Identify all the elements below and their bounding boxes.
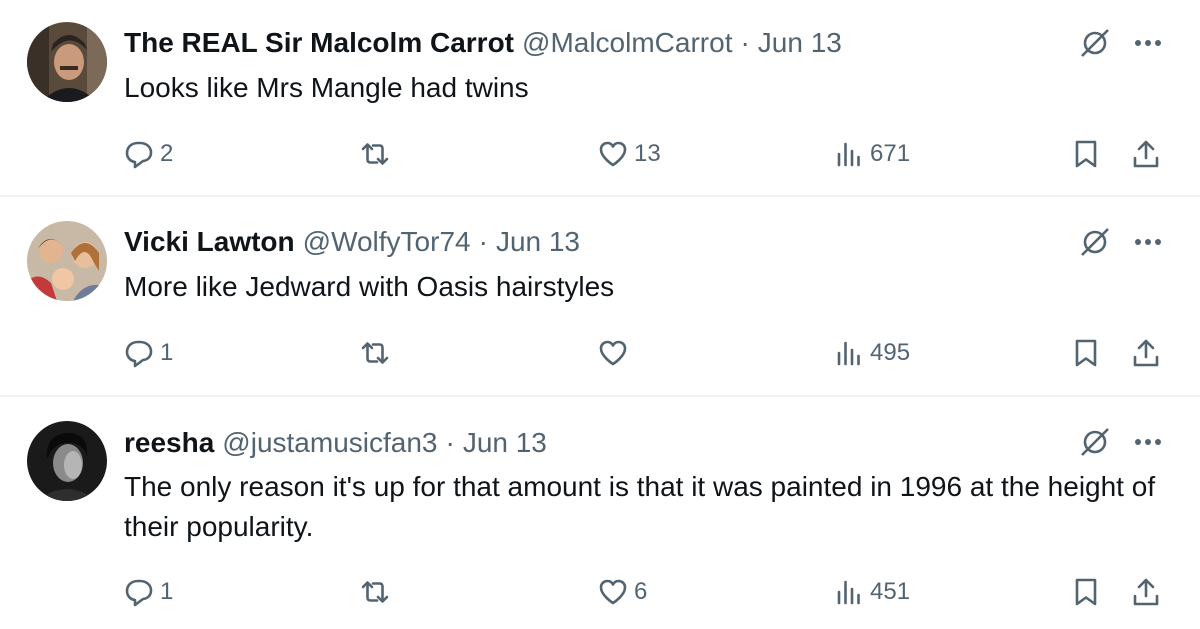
like-count: 6	[634, 578, 648, 605]
more-icon[interactable]	[1128, 23, 1168, 63]
action-bar: 2 13 671	[0, 134, 1200, 174]
like-button[interactable]: 13	[598, 134, 661, 174]
bookmark-icon	[1075, 578, 1097, 606]
author-name[interactable]: The REAL Sir Malcolm Carrot	[124, 27, 514, 59]
views-icon	[837, 142, 860, 167]
heart-icon	[599, 579, 627, 605]
author-handle[interactable]: @justamusicfan3	[222, 427, 437, 459]
share-button[interactable]	[1131, 333, 1161, 373]
repost-icon	[361, 581, 389, 603]
tweet-1[interactable]: The REAL Sir Malcolm Carrot @MalcolmCarr…	[0, 0, 1200, 197]
tweet-header: reesha @justamusicfan3 · Jun 13	[124, 425, 1200, 461]
action-bar: 1 6 451	[0, 572, 1200, 612]
views-button[interactable]: 495	[834, 333, 910, 373]
author-handle[interactable]: @MalcolmCarrot	[522, 27, 732, 59]
share-icon	[1133, 578, 1159, 606]
separator: ·	[740, 27, 750, 58]
repost-icon	[361, 342, 389, 364]
reply-button[interactable]: 1	[124, 333, 173, 373]
avatar[interactable]	[27, 221, 107, 301]
reply-icon	[125, 579, 153, 607]
tweet-text: More like Jedward with Oasis hairstyles	[124, 271, 615, 302]
bookmark-button[interactable]	[1071, 333, 1101, 373]
views-icon	[837, 341, 860, 366]
timestamp[interactable]: Jun 13	[496, 226, 580, 258]
author-name[interactable]: Vicki Lawton	[124, 226, 295, 258]
reply-feed: The REAL Sir Malcolm Carrot @MalcolmCarr…	[0, 0, 1200, 629]
share-button[interactable]	[1131, 572, 1161, 612]
tweet-text: Looks like Mrs Mangle had twins	[124, 72, 529, 103]
view-count: 495	[870, 339, 911, 366]
like-count: 13	[634, 140, 661, 167]
timestamp[interactable]: Jun 13	[758, 27, 842, 59]
views-button[interactable]: 671	[834, 134, 910, 174]
like-button[interactable]	[598, 333, 634, 373]
views-icon	[837, 580, 860, 605]
grok-icon[interactable]	[1075, 222, 1115, 262]
separator: ·	[445, 427, 455, 458]
heart-icon	[599, 340, 627, 366]
view-count: 451	[870, 578, 911, 605]
like-button[interactable]: 6	[598, 572, 647, 612]
share-icon	[1133, 140, 1159, 168]
reply-button[interactable]: 1	[124, 572, 173, 612]
avatar[interactable]	[27, 22, 107, 102]
bookmark-button[interactable]	[1071, 134, 1101, 174]
author-handle[interactable]: @WolfyTor74	[303, 226, 471, 258]
view-count: 671	[870, 140, 911, 167]
more-icon[interactable]	[1128, 422, 1168, 462]
views-button[interactable]: 451	[834, 572, 910, 612]
tweet-text: The only reason it's up for that amount …	[124, 471, 1156, 542]
bookmark-icon	[1075, 140, 1097, 168]
bookmark-button[interactable]	[1071, 572, 1101, 612]
repost-button[interactable]	[360, 134, 396, 174]
share-icon	[1133, 339, 1159, 367]
share-button[interactable]	[1131, 134, 1161, 174]
bookmark-icon	[1075, 339, 1097, 367]
repost-icon	[361, 143, 389, 165]
reply-count: 2	[160, 140, 174, 167]
tweet-header: The REAL Sir Malcolm Carrot @MalcolmCarr…	[124, 25, 1200, 61]
author-name[interactable]: reesha	[124, 427, 214, 459]
reply-count: 1	[160, 578, 174, 605]
tweet-header: Vicki Lawton @WolfyTor74 · Jun 13	[124, 224, 1200, 260]
grok-icon[interactable]	[1075, 23, 1115, 63]
reply-count: 1	[160, 339, 174, 366]
timestamp[interactable]: Jun 13	[463, 427, 547, 459]
more-icon[interactable]	[1128, 222, 1168, 262]
reply-icon	[125, 141, 153, 169]
tweet-3[interactable]: reesha @justamusicfan3 · Jun 13 The only…	[0, 397, 1200, 629]
repost-button[interactable]	[360, 333, 396, 373]
avatar[interactable]	[27, 421, 107, 501]
grok-icon[interactable]	[1075, 422, 1115, 462]
repost-button[interactable]	[360, 572, 396, 612]
action-bar: 1 495	[0, 333, 1200, 373]
tweet-2[interactable]: Vicki Lawton @WolfyTor74 · Jun 13 More l…	[0, 197, 1200, 397]
reply-icon	[125, 340, 153, 368]
heart-icon	[599, 141, 627, 167]
separator: ·	[478, 226, 488, 257]
reply-button[interactable]: 2	[124, 134, 173, 174]
